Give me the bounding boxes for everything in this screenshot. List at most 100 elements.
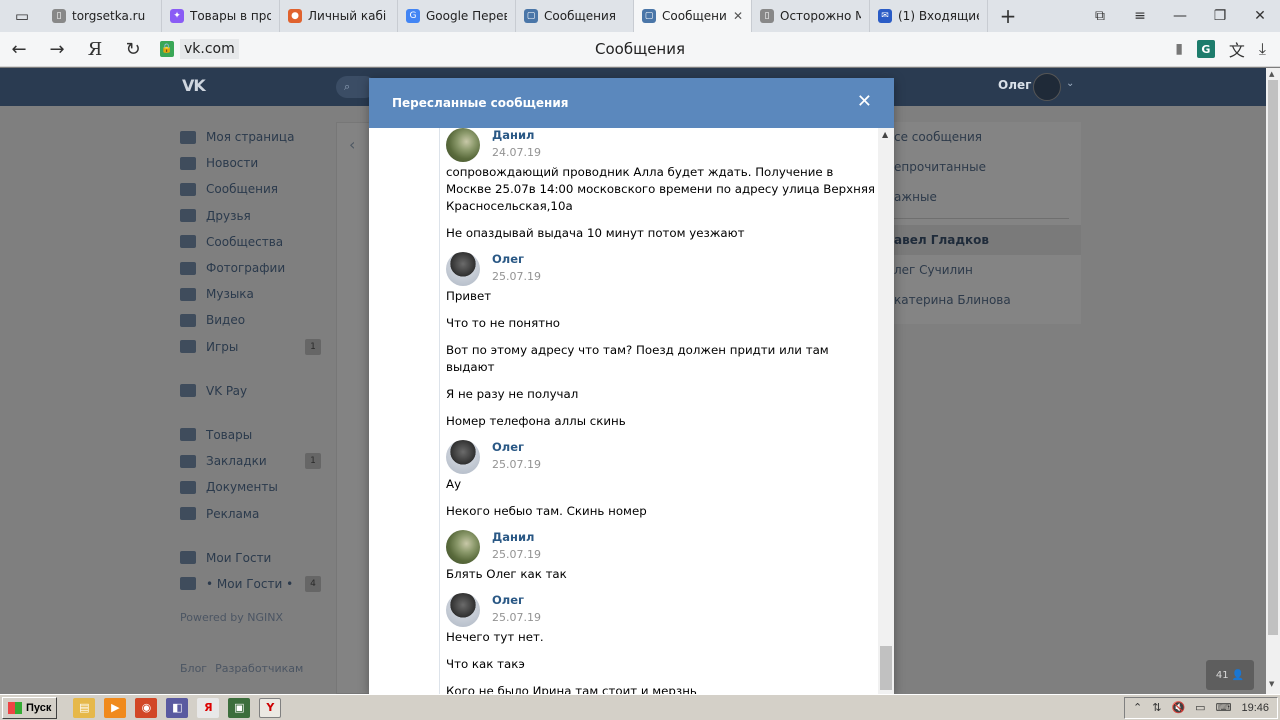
network-icon[interactable]: ⇅ — [1152, 701, 1161, 714]
sidebar-item[interactable]: Моя страница — [180, 124, 325, 150]
author-name[interactable]: Олег — [492, 252, 524, 266]
lock-icon[interactable]: 🔒 — [160, 41, 174, 57]
page-scrollbar[interactable]: ▲ ▼ — [1266, 68, 1280, 694]
restore-icon[interactable]: ❐ — [1200, 8, 1240, 24]
avatar[interactable] — [446, 252, 480, 286]
sidebar-item[interactable]: Музыка — [180, 281, 325, 307]
avatar[interactable] — [1033, 73, 1061, 101]
yandex-logo-icon[interactable]: Я — [76, 39, 114, 60]
scroll-up-icon[interactable]: ▲ — [882, 130, 888, 139]
reload-icon[interactable]: ↻ — [114, 39, 152, 60]
tab-2[interactable]: ● Личный кабі — [280, 0, 398, 32]
tab-4[interactable]: ▢ Сообщения — [516, 0, 634, 32]
sidebar-item[interactable]: VK Pay — [180, 378, 325, 404]
dialog-panel: ‹ — [336, 122, 372, 694]
contact-item[interactable]: авел Гладков — [894, 225, 1081, 255]
vk-logo-icon[interactable]: VK — [182, 76, 212, 96]
tab-7[interactable]: ✉ (1) Входящие — [870, 0, 988, 32]
tray-arrow-icon[interactable]: ⌃ — [1133, 701, 1142, 714]
bookmarks-icon[interactable]: ⧉ — [1080, 8, 1120, 24]
language-icon[interactable]: ⌨ — [1216, 701, 1232, 714]
page-scroll-thumb[interactable] — [1268, 80, 1278, 635]
sidebar-item[interactable]: Закладки 1 — [180, 448, 325, 474]
vk-user-name[interactable]: Олег — [998, 78, 1031, 92]
count-badge: 1 — [305, 453, 321, 470]
footer-link[interactable]: Разработчикам — [215, 662, 303, 675]
minimize-icon[interactable]: — — [1160, 8, 1200, 24]
sidebar-item[interactable]: Реклама — [180, 500, 325, 526]
footer-link[interactable]: Блог — [180, 662, 207, 675]
sidebar-item[interactable]: Мои Гости — [180, 545, 325, 571]
scroll-down-icon[interactable]: ▼ — [1269, 680, 1274, 688]
avatar[interactable] — [446, 128, 480, 162]
sidebar-item[interactable]: Товары — [180, 422, 325, 448]
media-icon[interactable]: ◧ — [166, 697, 189, 718]
sidebar-item[interactable]: Новости — [180, 150, 325, 176]
message-date: 25.07.19 — [492, 270, 541, 283]
new-tab-button[interactable]: + — [988, 4, 1028, 28]
sidebar-item[interactable]: Видео — [180, 307, 325, 333]
yandex-browser-icon[interactable]: Y — [259, 697, 282, 718]
online-friends-badge[interactable]: 41 👤 — [1206, 660, 1254, 690]
tab-6[interactable]: ▯ Осторожно М — [752, 0, 870, 32]
filter-item[interactable]: епрочитанные — [894, 152, 1081, 182]
url-field[interactable]: 🔒 vk.com — [160, 39, 239, 59]
modal-scroll-thumb[interactable] — [880, 646, 892, 690]
display-icon[interactable]: ▭ — [1195, 701, 1205, 714]
sidebar-item[interactable]: Сообщения — [180, 176, 325, 202]
avatar[interactable] — [446, 440, 480, 474]
back-arrow-icon[interactable]: ‹ — [349, 135, 355, 154]
url-domain[interactable]: vk.com — [180, 39, 239, 59]
author-name[interactable]: Данил — [492, 128, 534, 142]
scroll-up-icon[interactable]: ▲ — [1269, 70, 1274, 78]
sidebar-item[interactable]: • Мои Гости • 4 — [180, 571, 325, 597]
contact-item[interactable]: катерина Блинова — [894, 285, 1081, 315]
tab-3[interactable]: G Google Перев — [398, 0, 516, 32]
terminal-icon[interactable]: ▣ — [228, 697, 251, 718]
app-icon[interactable]: ◉ — [135, 697, 158, 718]
close-window-icon[interactable]: ✕ — [1240, 8, 1280, 24]
menu-item-icon — [180, 480, 196, 494]
sidebar-item[interactable]: Сообщества — [180, 229, 325, 255]
close-icon[interactable]: ✕ — [857, 93, 872, 111]
author-name[interactable]: Олег — [492, 593, 524, 607]
start-button[interactable]: Пуск — [2, 696, 58, 719]
menu-icon[interactable]: ≡ — [1120, 8, 1160, 24]
extension-g-icon[interactable]: G — [1196, 40, 1215, 58]
chevron-down-icon[interactable]: ⌄ — [1066, 78, 1074, 89]
contact-item[interactable]: лег Сучилин — [894, 255, 1081, 285]
avatar[interactable] — [446, 593, 480, 627]
volume-icon[interactable]: 🔇 — [1171, 701, 1185, 714]
download-icon[interactable]: ⤓ — [1259, 39, 1266, 59]
bookmark-icon[interactable]: ▮ — [1175, 41, 1183, 57]
dialog-filters-panel: се сообщения епрочитанные ажные авел Гладко… — [894, 122, 1081, 324]
yandex-icon[interactable]: Я — [197, 697, 220, 718]
menu-item-icon — [180, 551, 196, 565]
back-icon[interactable]: ← — [0, 39, 38, 60]
modal-body[interactable]: Данил 24.07.19 сопровождающий проводник Ал… — [369, 128, 894, 694]
tab-0[interactable]: ▯ torgsetka.ru — [44, 0, 162, 32]
author-name[interactable]: Олег — [492, 440, 524, 454]
media-player-icon[interactable]: ▶ — [104, 697, 127, 718]
clock[interactable]: 19:46 — [1241, 702, 1269, 714]
sidebar-item[interactable]: Фотографии — [180, 255, 325, 281]
sidebar-item[interactable]: Друзья — [180, 203, 325, 229]
filter-item[interactable]: се сообщения — [894, 122, 1081, 152]
close-tab-icon[interactable]: ✕ — [733, 9, 743, 23]
folder-icon[interactable]: ▤ — [73, 697, 96, 718]
tab-1[interactable]: ✦ Товары в про — [162, 0, 280, 32]
sidebar-item-label: Товары — [206, 427, 253, 442]
author-name[interactable]: Данил — [492, 530, 534, 544]
avatar[interactable] — [446, 530, 480, 564]
sidebar-item-label: Видео — [206, 313, 246, 328]
filter-item[interactable]: ажные — [894, 182, 1081, 212]
translate-extension-icon[interactable]: 文 — [1229, 37, 1245, 61]
modal-scrollbar[interactable]: ▲ — [878, 128, 894, 694]
sidebar-toggle-icon[interactable]: ▭ — [0, 0, 44, 32]
forward-icon[interactable]: → — [38, 39, 76, 60]
sidebar-item[interactable]: Документы — [180, 474, 325, 500]
message-text: Привет — [446, 289, 492, 303]
sidebar-item[interactable]: Игры 1 — [180, 334, 325, 360]
tab-5[interactable]: ▢ Сообщени ✕ — [634, 0, 752, 32]
modal-title: Пересланные сообщения — [392, 96, 569, 110]
